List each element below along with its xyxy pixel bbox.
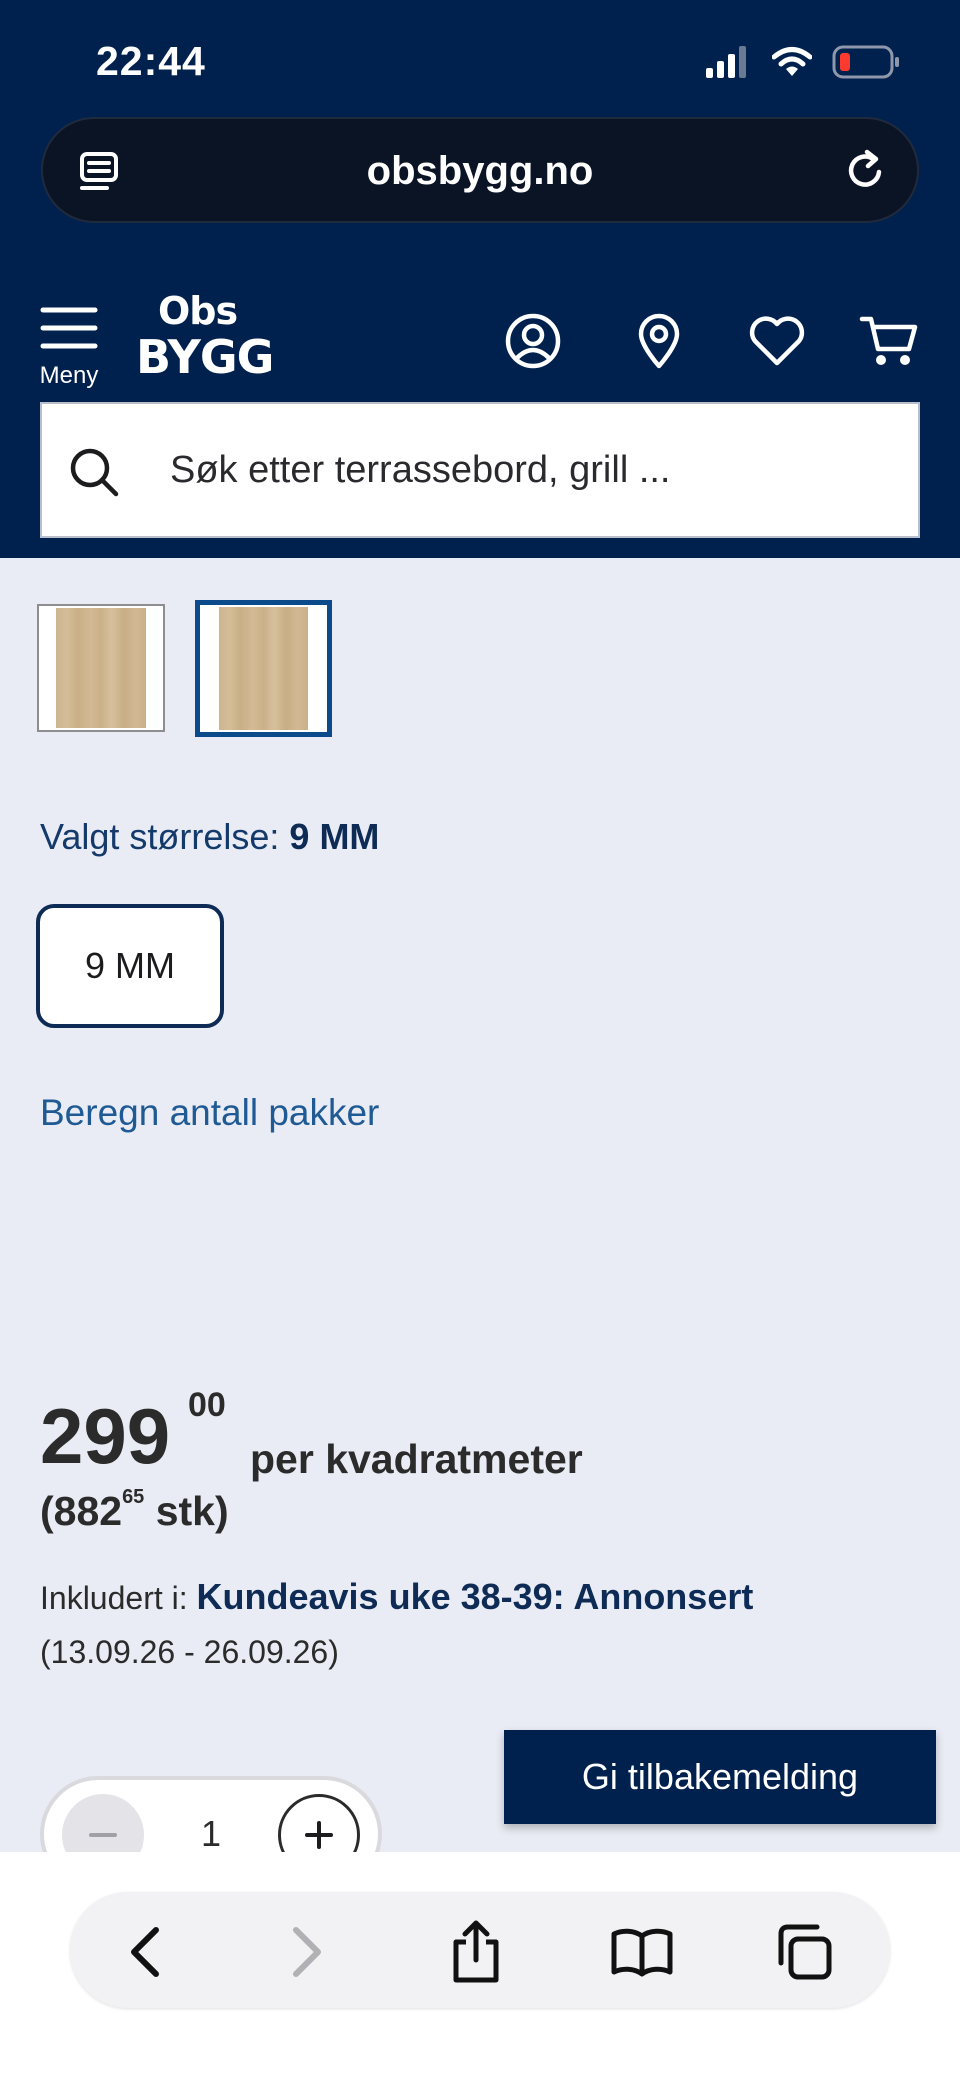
product-thumbnail-1[interactable] [37, 604, 165, 732]
wood-panel-image [219, 607, 308, 730]
site-nav: Meny Obs BYGG [0, 282, 960, 392]
selected-size-label: Valgt størrelse: 9 MM [40, 816, 379, 858]
campaign-line: Inkludert i: Kundeavis uke 38-39: Annons… [40, 1576, 753, 1618]
price-unit: per kvadratmeter [250, 1436, 583, 1482]
size-label-value: 9 MM [289, 816, 380, 857]
campaign-link[interactable]: Kundeavis uke 38-39: Annonsert [197, 1576, 754, 1617]
price-per-piece: (88265 stk) [40, 1486, 229, 1535]
search-icon[interactable] [68, 446, 120, 503]
bookmarks-icon[interactable] [610, 1920, 674, 1984]
wifi-icon [771, 46, 813, 83]
tabs-icon[interactable] [772, 1920, 836, 1984]
cart-icon[interactable] [856, 308, 922, 374]
search-box[interactable] [40, 402, 920, 538]
price-decimals: 00 [188, 1386, 226, 1424]
size-option-9mm[interactable]: 9 MM [36, 904, 224, 1028]
menu-button[interactable]: Meny [36, 292, 102, 389]
url-text[interactable]: obsbygg.no [43, 149, 917, 194]
signal-icon [706, 45, 752, 83]
reload-icon[interactable] [843, 148, 889, 199]
logo-top-text: Obs [158, 289, 238, 333]
status-icons [706, 44, 900, 84]
forward-icon[interactable] [274, 1920, 338, 1984]
battery-low-icon [832, 45, 900, 84]
price-per-piece-close: stk) [155, 1488, 229, 1534]
obs-bygg-logo[interactable]: Obs BYGG [136, 289, 274, 384]
browser-bottom-toolbar [0, 1852, 960, 2078]
price-per-piece-open: (882 [40, 1488, 123, 1534]
menu-label: Meny [39, 362, 99, 389]
wood-panel-image [56, 608, 146, 728]
status-bar: 22:44 [0, 0, 960, 110]
feedback-button[interactable]: Gi tilbakemelding [504, 1730, 936, 1824]
size-label-prefix: Valgt størrelse: [40, 816, 280, 857]
location-pin-icon[interactable] [626, 308, 692, 374]
campaign-dates: (13.09.26 - 26.09.26) [40, 1634, 339, 1670]
status-time: 22:44 [96, 38, 206, 84]
heart-icon[interactable] [744, 308, 810, 374]
campaign-prefix: Inkludert i: [40, 1580, 188, 1616]
calculate-packages-link[interactable]: Beregn antall pakker [40, 1092, 379, 1134]
share-icon[interactable] [444, 1920, 508, 1984]
toolbar-pill [70, 1892, 890, 2008]
account-icon[interactable] [500, 308, 566, 374]
price-integer: 299 [40, 1392, 171, 1480]
back-icon[interactable] [114, 1920, 178, 1984]
product-thumbnail-2-selected[interactable] [195, 600, 332, 737]
minus-icon [89, 1833, 117, 1837]
price-block: 299 00 per kvadratmeter (88265 stk) [40, 1386, 920, 1560]
plus-icon [305, 1821, 333, 1849]
logo-bottom-text: BYGG [136, 330, 274, 384]
top-header: 22:44 obsbygg.no Meny Obs BYGG Søk etter… [0, 0, 960, 558]
url-bar[interactable]: obsbygg.no [41, 117, 919, 223]
price-per-piece-decimals: 65 [122, 1486, 145, 1508]
search-input[interactable] [170, 404, 890, 536]
